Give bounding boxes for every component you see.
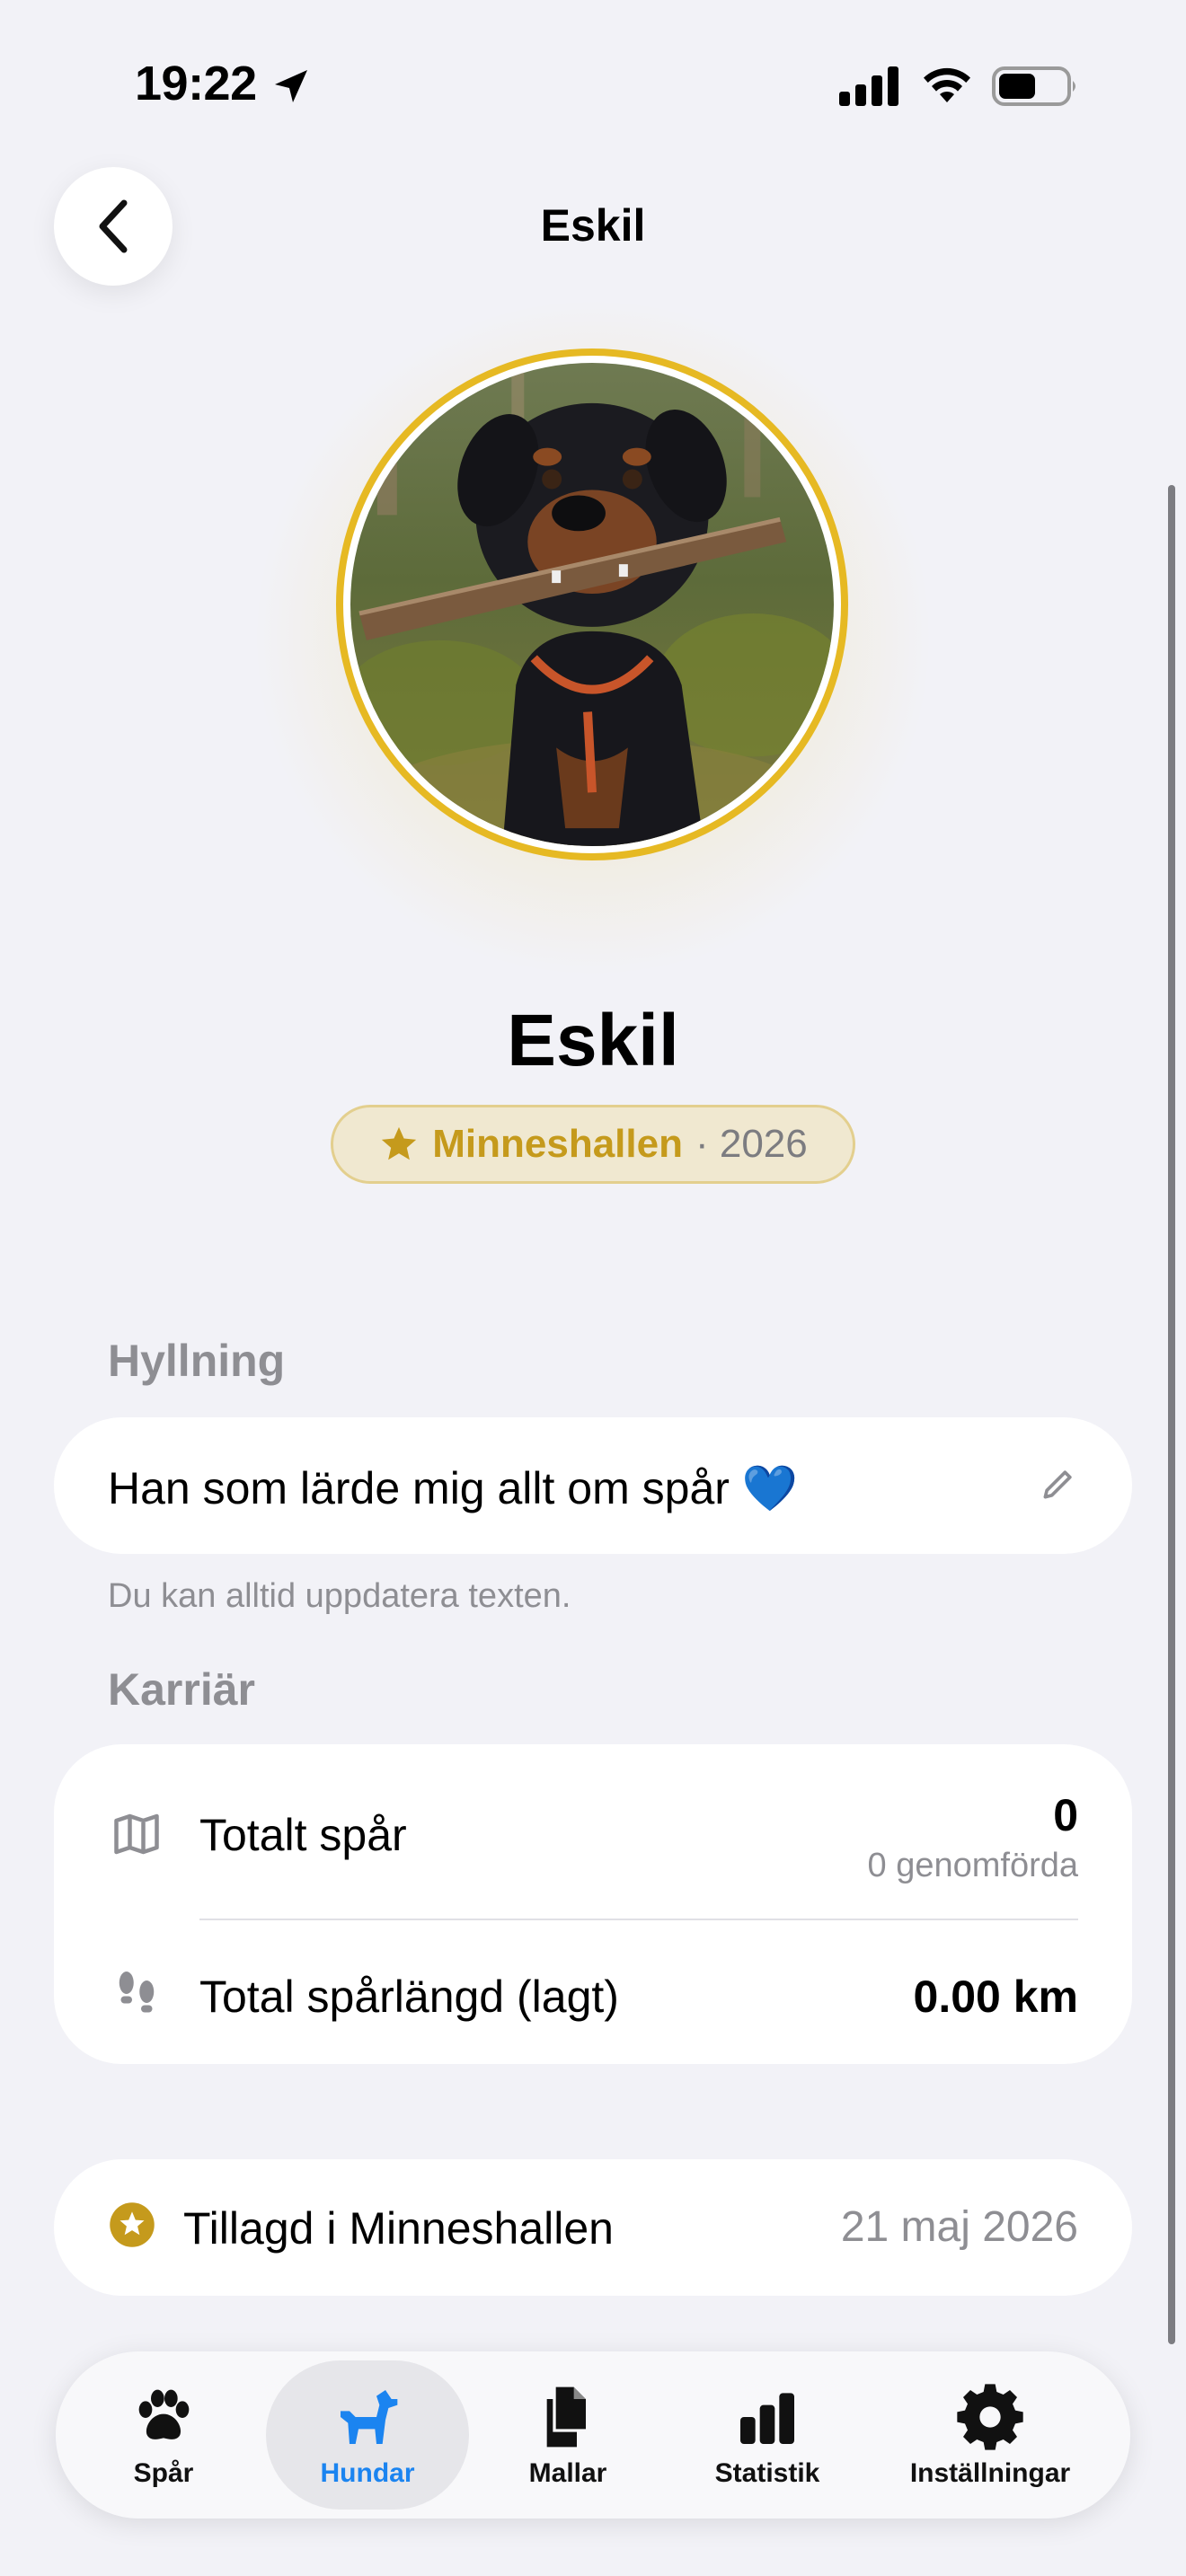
badge-label: Minneshallen	[432, 1122, 683, 1166]
tab-statistik[interactable]: Statistik	[677, 2360, 857, 2510]
paw-icon	[138, 2389, 190, 2439]
status-bar: 19:22	[0, 0, 1186, 171]
memorial-date-card: Tillagd i Minneshallen 21 maj 2026	[54, 2159, 1132, 2296]
tab-label-mallar: Mallar	[528, 2458, 607, 2488]
tab-hundar[interactable]: Hundar	[266, 2360, 469, 2510]
tab-label-installningar: Inställningar	[909, 2458, 1071, 2488]
documents-icon	[546, 2386, 586, 2448]
status-time: 19:22	[135, 57, 257, 110]
star-icon	[382, 1126, 417, 1160]
dog-photo	[350, 363, 834, 846]
tribute-card[interactable]: Han som lärde mig allt om spår 💙	[54, 1417, 1132, 1554]
pencil-icon[interactable]	[1039, 1464, 1078, 1504]
row-value-total-length: 0.00 km	[913, 1972, 1078, 2022]
tab-mallar[interactable]: Mallar	[487, 2360, 649, 2510]
gear-icon	[957, 2384, 1023, 2450]
tab-label-statistik: Statistik	[714, 2458, 820, 2488]
scrollbar[interactable]	[1168, 485, 1175, 2344]
memorial-badge: Minneshallen · 2026	[331, 1105, 855, 1184]
section-header-career: Karriär	[108, 1664, 255, 1715]
row-value-total-tracks: 0	[1053, 1790, 1078, 1840]
map-icon	[114, 1813, 159, 1855]
memorial-date: 21 maj 2026	[840, 2203, 1078, 2251]
tab-label-spar: Spår	[133, 2458, 194, 2488]
battery-icon	[992, 66, 1075, 106]
section-header-tribute: Hyllning	[108, 1336, 286, 1386]
divider	[199, 1919, 1078, 1920]
tab-installningar[interactable]: Inställningar	[891, 2360, 1089, 2510]
cellular-signal-icon	[839, 66, 898, 106]
dog-icon	[341, 2390, 398, 2444]
star-circle-icon	[110, 2202, 155, 2247]
tab-label-hundar: Hundar	[320, 2458, 415, 2488]
badge-year: · 2026	[695, 1122, 808, 1166]
tribute-footnote: Du kan alltid uppdatera texten.	[108, 1577, 571, 1615]
tab-spar[interactable]: Spår	[83, 2360, 244, 2510]
row-label-total-tracks: Totalt spår	[199, 1810, 407, 1860]
location-arrow-icon	[275, 70, 307, 102]
bar-chart-icon	[740, 2393, 794, 2444]
tab-bar: Spår Hundar Mallar Statistik Inställning…	[56, 2351, 1130, 2519]
nav-title: Eskil	[540, 200, 646, 251]
memorial-label: Tillagd i Minneshallen	[183, 2203, 614, 2254]
dog-avatar	[336, 348, 848, 860]
footprints-icon	[119, 1972, 155, 2013]
row-label-total-length: Total spårlängd (lagt)	[199, 1972, 619, 2022]
row-sub-completed: 0 genomförda	[867, 1847, 1079, 1884]
dog-name: Eskil	[507, 1000, 679, 1081]
wifi-icon	[924, 67, 970, 102]
tribute-text: Han som lärde mig allt om spår 💙	[108, 1463, 799, 1513]
career-card: Totalt spår 0 0 genomförda Total spårlän…	[54, 1744, 1132, 2064]
